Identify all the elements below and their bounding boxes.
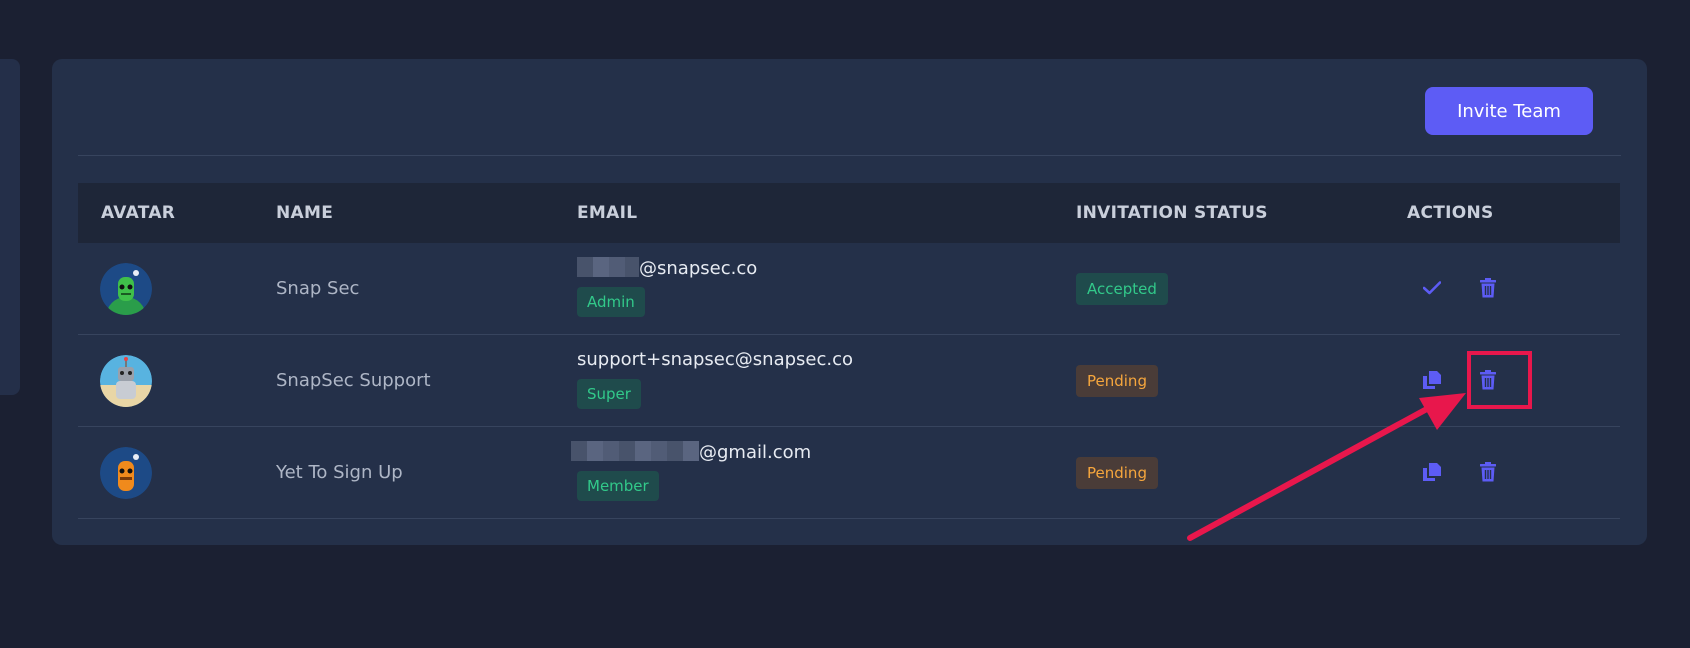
- team-card: Invite Team AVATAR NAME EMAIL INVITATION…: [52, 59, 1647, 545]
- annotation-highlight-box: [1467, 351, 1532, 409]
- check-icon[interactable]: [1419, 275, 1445, 301]
- redacted-block: [571, 441, 699, 461]
- invite-team-button[interactable]: Invite Team: [1425, 87, 1593, 135]
- email-text: @gmail.com: [699, 442, 812, 463]
- trash-icon[interactable]: [1475, 275, 1501, 301]
- email-text: support+snapsec@snapsec.co: [577, 349, 854, 370]
- member-name: SnapSec Support: [276, 370, 431, 391]
- status-badge: Pending: [1076, 457, 1158, 489]
- member-name: Yet To Sign Up: [276, 462, 403, 483]
- redacted-block: [577, 257, 639, 277]
- table-row: Snap Sec @snapsec.co Admin Accepted: [78, 243, 1620, 335]
- status-badge: Pending: [1076, 365, 1158, 397]
- table-header: AVATAR NAME EMAIL INVITATION STATUS ACTI…: [78, 183, 1620, 243]
- copy-icon[interactable]: [1419, 459, 1445, 485]
- header-email: EMAIL: [577, 203, 638, 223]
- trash-icon[interactable]: [1475, 459, 1501, 485]
- member-email: support+snapsec@snapsec.co: [577, 349, 853, 370]
- header-actions: ACTIONS: [1407, 203, 1494, 223]
- member-email: @gmail.com: [571, 441, 811, 463]
- header-avatar: AVATAR: [101, 203, 176, 223]
- status-badge: Accepted: [1076, 273, 1168, 305]
- copy-icon[interactable]: [1419, 367, 1445, 393]
- role-badge: Admin: [577, 287, 645, 317]
- member-name: Snap Sec: [276, 278, 360, 299]
- divider: [78, 155, 1621, 156]
- team-table: AVATAR NAME EMAIL INVITATION STATUS ACTI…: [78, 183, 1620, 519]
- role-badge: Member: [577, 471, 659, 501]
- avatar: [100, 355, 152, 407]
- avatar: [100, 263, 152, 315]
- table-row: SnapSec Support support+snapsec@snapsec.…: [78, 335, 1620, 427]
- header-name: NAME: [276, 203, 334, 223]
- member-email: @snapsec.co: [577, 257, 757, 279]
- table-row: Yet To Sign Up @gmail.com Member Pending: [78, 427, 1620, 519]
- role-badge: Super: [577, 379, 641, 409]
- header-invitation-status: INVITATION STATUS: [1076, 203, 1268, 223]
- side-panel-edge: [0, 59, 20, 395]
- avatar: [100, 447, 152, 499]
- email-text: @snapsec.co: [639, 258, 758, 279]
